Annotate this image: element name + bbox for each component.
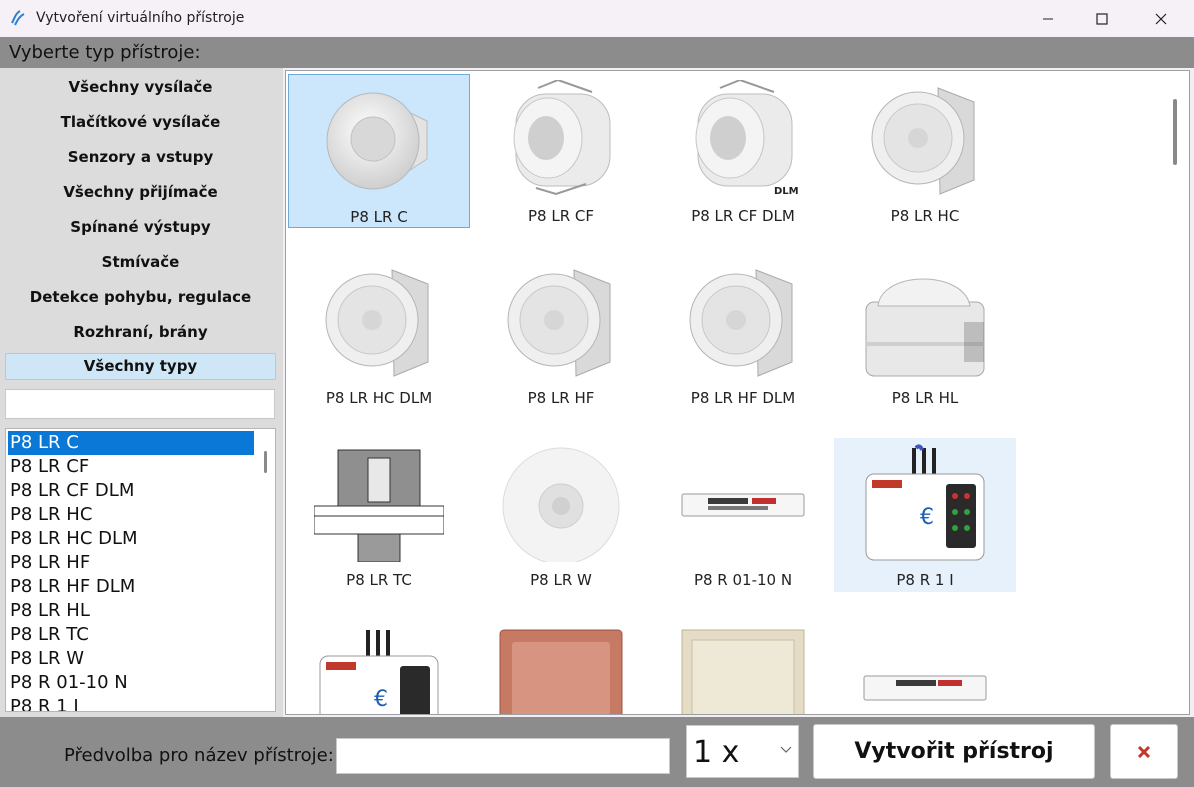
grid-tile[interactable]: DLM P8 LR CF DLM: [652, 74, 834, 228]
tile-label: P8 LR W: [530, 571, 592, 589]
minimize-button[interactable]: [1025, 0, 1071, 37]
flush-module-icon: €: [319, 630, 439, 714]
grid-tile[interactable]: P8 R 01-10 N: [652, 438, 834, 592]
copper-switch-icon: [499, 629, 623, 714]
list-item[interactable]: P8 LR HC DLM: [8, 527, 254, 551]
ceiling-sensor-icon: [871, 87, 975, 195]
category-switched-outputs[interactable]: Spínané výstupy: [5, 214, 276, 241]
flush-module-icon: €: [865, 444, 985, 561]
category-all-types[interactable]: Všechny typy: [5, 353, 276, 380]
svg-text:€: €: [920, 505, 934, 530]
tile-label: P8 LR HC: [890, 207, 960, 225]
tile-label: P8 LR TC: [346, 571, 412, 589]
strip-module-icon: [681, 493, 805, 517]
dome-sensor-icon: [326, 92, 428, 190]
category-sensors-inputs[interactable]: Senzory a vstupy: [5, 144, 276, 171]
app-logo-icon: [11, 10, 25, 26]
list-item[interactable]: P8 LR W: [8, 647, 254, 671]
ceiling-sensor-icon: [507, 269, 611, 377]
category-all-receivers[interactable]: Všechny přijímače: [5, 179, 276, 206]
close-window-button[interactable]: [1138, 0, 1184, 37]
close-x-icon: [1137, 745, 1151, 758]
tile-label: P8 R 1 I: [896, 571, 954, 589]
tc-drawing-icon: [314, 449, 444, 562]
dlm-badge: DLM: [774, 186, 799, 197]
list-item[interactable]: P8 LR HF: [8, 551, 254, 575]
grid-tile[interactable]: €: [288, 620, 470, 714]
device-list[interactable]: P8 LR C P8 LR CF P8 LR CF DLM P8 LR HC P…: [5, 428, 276, 712]
grid-tile[interactable]: P8 LR HL: [834, 256, 1016, 410]
tile-label: P8 LR CF: [527, 207, 594, 225]
category-all-transmitters[interactable]: Všechny vysílače: [5, 74, 276, 101]
window-title: Vytvoření virtuálního přístroje: [36, 10, 245, 26]
create-device-button[interactable]: Vytvořit přístroj: [813, 724, 1095, 779]
ceiling-sensor-icon: [325, 269, 429, 377]
list-scrollbar[interactable]: [264, 451, 267, 473]
tile-label: P8 LR HF DLM: [690, 389, 796, 407]
tile-label: P8 LR C: [350, 208, 408, 226]
grid-tile[interactable]: € P8 R 1 I: [834, 438, 1016, 592]
list-item[interactable]: P8 LR HF DLM: [8, 575, 254, 599]
grid-scrollbar[interactable]: [1173, 99, 1177, 165]
title-bar: Vytvoření virtuálního přístroje: [0, 0, 1194, 37]
tile-label: P8 R 01-10 N: [693, 571, 793, 589]
round-sensor-icon: [502, 447, 620, 562]
list-item[interactable]: P8 LR TC: [8, 623, 254, 647]
list-item[interactable]: P8 LR HL: [8, 599, 254, 623]
chevron-down-icon: [780, 746, 792, 753]
list-item[interactable]: P8 LR CF DLM: [8, 479, 254, 503]
maximize-button[interactable]: [1079, 0, 1125, 37]
filter-input[interactable]: [5, 389, 275, 419]
page-title: Vyberte typ přístroje:: [9, 42, 201, 63]
svg-text:€: €: [374, 687, 388, 712]
grid-tile[interactable]: P8 LR TC: [288, 438, 470, 592]
flush-sensor-icon: [513, 80, 611, 196]
grid-tile[interactable]: P8 LR HF: [470, 256, 652, 410]
cancel-button[interactable]: [1110, 724, 1178, 779]
grid-tile[interactable]: P8 LR HC DLM: [288, 256, 470, 410]
high-bay-sensor-icon: [865, 278, 985, 377]
flush-sensor-icon: DLM: [695, 80, 799, 197]
tile-label: P8 LR HC DLM: [325, 389, 433, 407]
category-button-transmitters[interactable]: Tlačítkové vysílače: [5, 109, 276, 136]
grid-tile[interactable]: [834, 620, 1016, 714]
grid-tile[interactable]: P8 LR W: [470, 438, 652, 592]
list-item[interactable]: P8 LR HC: [8, 503, 254, 527]
list-item[interactable]: P8 LR C: [8, 431, 254, 455]
grid-tile[interactable]: [470, 620, 652, 714]
list-item[interactable]: P8 R 1 I: [8, 695, 254, 711]
category-interfaces-gateways[interactable]: Rozhraní, brány: [5, 319, 276, 346]
grid-tile[interactable]: P8 LR C: [288, 74, 470, 228]
beige-switch-icon: [681, 629, 805, 714]
grid-tile[interactable]: P8 LR CF: [470, 74, 652, 228]
tile-label: P8 LR CF DLM: [691, 207, 795, 225]
category-motion-regulation[interactable]: Detekce pohybu, regulace: [5, 284, 276, 311]
count-select[interactable]: 1 x: [686, 725, 799, 778]
category-dimmers[interactable]: Stmívače: [5, 249, 276, 276]
close-icon: [1155, 13, 1167, 24]
strip-module-icon: [863, 675, 987, 701]
grid-tile[interactable]: P8 LR HC: [834, 74, 1016, 228]
minimize-icon: [1043, 18, 1053, 19]
tile-label: P8 LR HF: [527, 389, 595, 407]
tile-label: P8 LR HL: [891, 389, 959, 407]
ceiling-sensor-icon: [689, 269, 793, 377]
maximize-icon: [1096, 12, 1108, 25]
count-value: 1 x: [693, 735, 740, 770]
list-item[interactable]: P8 R 01-10 N: [8, 671, 254, 695]
list-item[interactable]: P8 LR CF: [8, 455, 254, 479]
grid-tile[interactable]: [652, 620, 834, 714]
device-grid: P8 LR C P8 LR CF DLM P8 LR CF DLM P8 LR: [285, 70, 1190, 715]
name-prefix-input[interactable]: [336, 738, 670, 774]
prefix-label: Předvolba pro název přístroje:: [64, 745, 334, 766]
grid-tile[interactable]: P8 LR HF DLM: [652, 256, 834, 410]
